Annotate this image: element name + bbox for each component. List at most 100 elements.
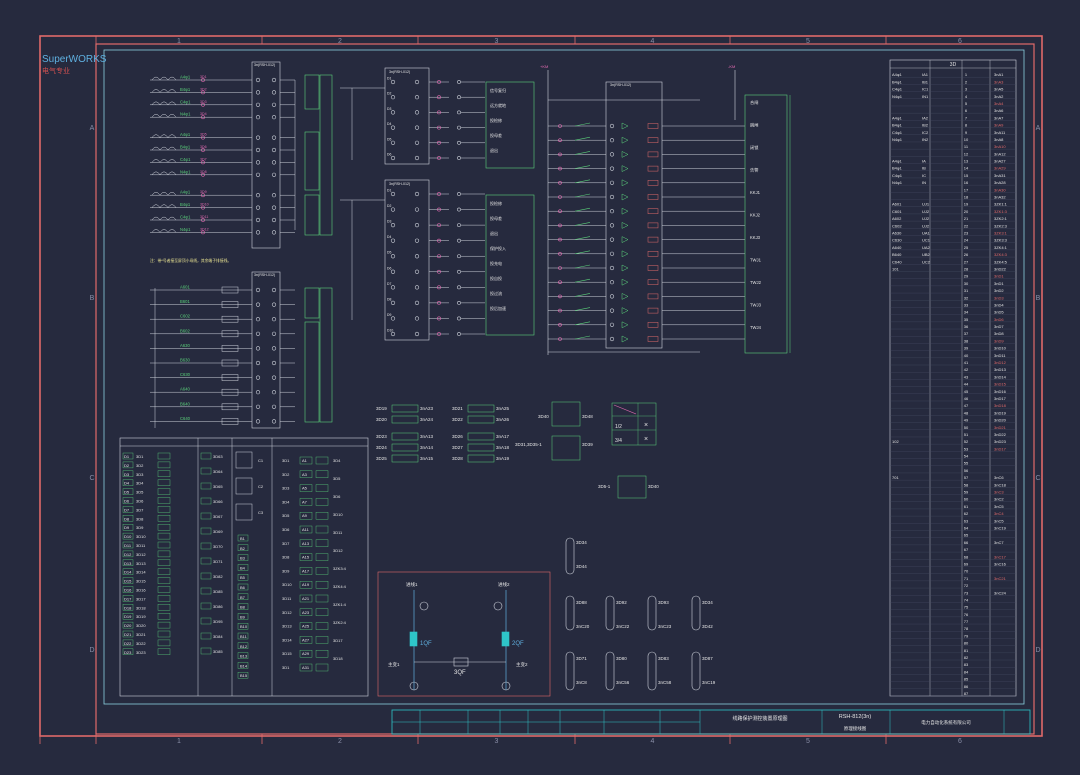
diode [621, 264, 629, 272]
term-value: 3D10 [136, 534, 146, 539]
row-cell: B4φ1 [892, 166, 902, 171]
row-cell: IA2 [922, 115, 929, 120]
link-box [391, 404, 419, 413]
switch-mark: × [644, 436, 648, 443]
contact [457, 192, 461, 196]
term-id: A13 [302, 541, 310, 546]
ct-term: C4φ1 [180, 157, 191, 162]
pin [271, 419, 277, 424]
row-cell: 3nD13 [994, 367, 1007, 372]
column-number: 5 [806, 738, 810, 745]
row-cell: IB2 [922, 123, 929, 128]
resistor [647, 279, 659, 285]
row-cell: 4 [965, 94, 968, 99]
breaker [501, 631, 510, 647]
term-box [200, 632, 212, 640]
row-cell: 84 [964, 669, 969, 674]
pin [609, 180, 615, 185]
term-box [157, 577, 171, 584]
row-cell: UJ2 [922, 223, 930, 228]
term-box [157, 532, 171, 540]
row-cell: 3nC18 [994, 482, 1007, 487]
row-cell: 25 [964, 245, 969, 250]
contact [574, 250, 591, 255]
row-cell: B640 [892, 252, 902, 257]
row-cell: 27 [964, 259, 969, 264]
diode [621, 193, 629, 201]
row-cell: A630 [892, 230, 902, 235]
cylinder [691, 651, 701, 691]
contact [574, 136, 591, 141]
switch-pos: 1/2 [615, 424, 622, 430]
term-box [315, 498, 329, 506]
cyl-label: 3nC56 [616, 680, 630, 685]
term-value: 3D15 [282, 651, 292, 656]
term-id: B15 [240, 673, 248, 678]
ct-coil [151, 76, 177, 81]
term-id: A17 [302, 568, 310, 573]
term-value: 3D7 [282, 541, 290, 546]
resistor [647, 293, 659, 300]
term-box [157, 550, 171, 558]
pin [255, 77, 261, 83]
grid-term: 3D20 [376, 417, 387, 422]
term-id: A27 [302, 637, 310, 642]
pin [390, 79, 396, 85]
row-cell: 3nA6 [994, 108, 1004, 113]
term-value: 3D9 [282, 568, 290, 573]
schematic-drawing: 112233445566A AB BC CD DA4φ1 3D1B4φ1 3D2C4φ1 3D… [39, 35, 1043, 745]
term-box [157, 515, 171, 522]
ct-term: A4φ1 [180, 75, 191, 80]
row-cell: IN1 [922, 94, 929, 99]
term-id: D8 [124, 516, 130, 521]
term-value: 3D3 [136, 472, 144, 477]
ct-coil [151, 113, 177, 118]
term-value: 3ZK3:4 [333, 566, 347, 571]
resistor [647, 336, 659, 342]
grid-term: 3nA14 [420, 445, 434, 450]
current-input-section: A4φ1 3D1 B4φ1 3D2 C4φ1 3D3 N4φ1 3D4 A4φ1 3D5 B4φ1 3… [150, 61, 333, 263]
pin-id: D5 [387, 251, 391, 255]
row-cell: UC2 [922, 259, 931, 264]
connector-label: C3 [258, 510, 264, 515]
drawing-canvas: 1 1 2 2 3 3 4 4 5 5 6 6 A A B B C C D D A4φ1 3D1 B4φ1 3D2 C4φ1 3D… [0, 0, 1080, 771]
pin [609, 123, 615, 129]
input-label: 投检修 [490, 117, 502, 123]
input-label: 投充电 [490, 260, 502, 266]
signal-box [485, 81, 535, 169]
row-cell: IC2 [922, 130, 929, 135]
grid-term: 3D21 [452, 406, 463, 411]
row-cell: 3nD1 [994, 274, 1004, 279]
pin [390, 95, 396, 100]
row-cell: B4φ1 [892, 79, 902, 84]
row-cell: 32 [964, 295, 969, 300]
term-box [200, 647, 212, 655]
row-cell: 67 [964, 547, 969, 552]
row-cell: 3ZK4:5 [994, 259, 1008, 264]
row-cell: C4φ1 [892, 130, 903, 135]
row-cell: 17 [964, 187, 969, 192]
row-cell: 3nA1 [994, 72, 1004, 77]
contact-cylinders: 3D34 3D44 3D88 3nC20 3D71 3nC8 3D92 3nC22 3D80 3n… [565, 537, 716, 691]
row-cell: 3nC21 [994, 576, 1007, 581]
cyl-label: 3D87 [702, 656, 713, 661]
term-value: 3D4 [282, 499, 290, 504]
contact [457, 80, 461, 84]
pin [255, 317, 261, 322]
row-cell: 3nC4 [994, 511, 1004, 516]
pin [255, 390, 261, 395]
pin [414, 331, 420, 337]
term-id: D18 [124, 605, 132, 610]
row-cell: 14 [964, 166, 969, 171]
input-label: 远方就地 [490, 102, 506, 108]
term-value: 3D6 [333, 494, 341, 499]
term-value: 3D6 [282, 527, 290, 532]
term-id: A1 [302, 458, 308, 463]
row-cell: 3nC19 [994, 526, 1007, 531]
row-cell: 101 [892, 266, 899, 271]
pin [390, 300, 396, 305]
pin-id: D9 [387, 313, 391, 317]
tx-label: 主变2 [516, 661, 528, 668]
pin [609, 223, 615, 228]
pin-id: D1 [387, 189, 391, 193]
